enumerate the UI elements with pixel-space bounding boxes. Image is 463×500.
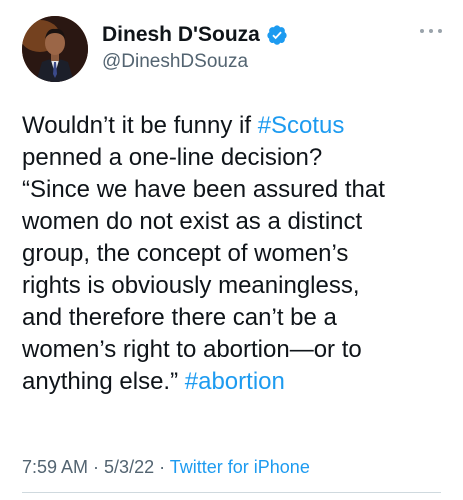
tweet-text-intro: Wouldn’t it be funny if	[22, 112, 258, 139]
divider	[22, 492, 441, 493]
meta-separator: ·	[88, 457, 105, 477]
tweet-header: Dinesh D'Souza @DineshDSouza	[22, 16, 442, 82]
hashtag-abortion[interactable]: #abortion	[185, 368, 285, 395]
more-options-icon[interactable]	[420, 28, 442, 34]
tweet-meta: 7:59 AM · 5/3/22 · Twitter for iPhone	[22, 457, 310, 478]
handle[interactable]: @DineshDSouza	[102, 51, 288, 73]
tweet: Dinesh D'Souza @DineshDSouza Wouldn’t it…	[0, 0, 463, 500]
tweet-source[interactable]: Twitter for iPhone	[170, 457, 310, 477]
avatar[interactable]	[22, 16, 88, 82]
display-name[interactable]: Dinesh D'Souza	[102, 23, 260, 47]
author-identity: Dinesh D'Souza @DineshDSouza	[102, 22, 288, 73]
display-name-row: Dinesh D'Souza	[102, 22, 288, 48]
tweet-date[interactable]: 5/3/22	[104, 457, 154, 477]
meta-separator: ·	[154, 457, 170, 477]
tweet-text: Wouldn’t it be funny if #Scotus penned a…	[22, 110, 442, 398]
tweet-text-body: penned a one-line decision? “Since we ha…	[22, 144, 385, 395]
tweet-time[interactable]: 7:59 AM	[22, 457, 88, 477]
verified-badge-icon	[266, 24, 288, 46]
hashtag-scotus[interactable]: #Scotus	[258, 112, 345, 139]
